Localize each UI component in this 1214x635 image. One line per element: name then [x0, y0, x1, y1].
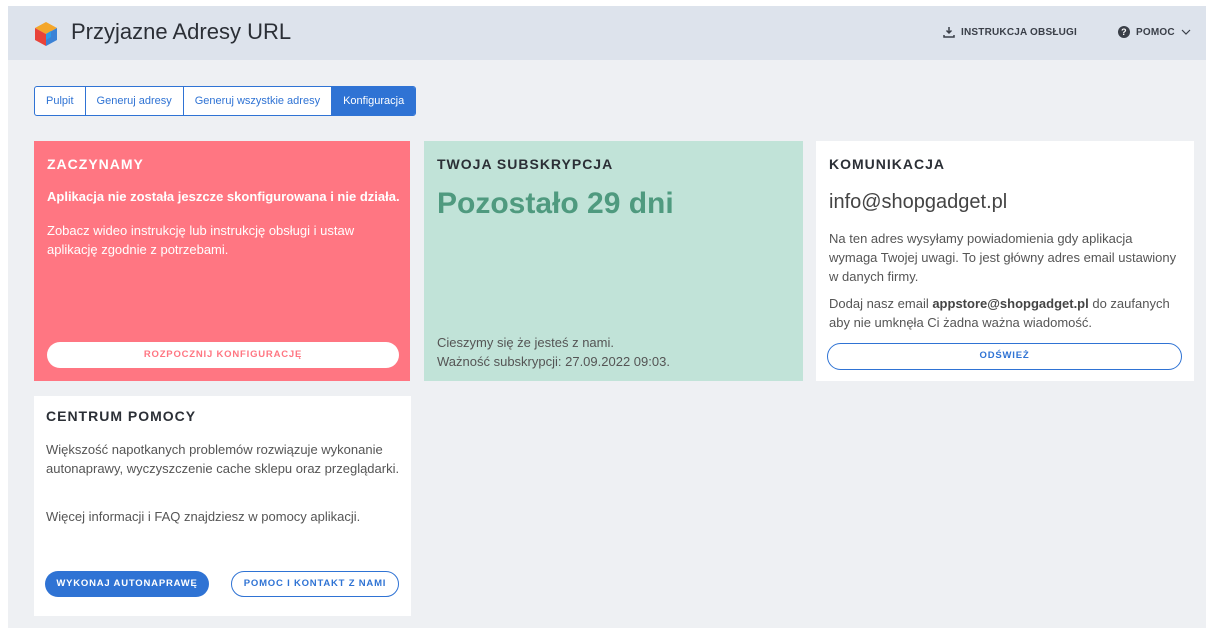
tab-bar: Pulpit Generuj adresy Generuj wszystkie … — [34, 86, 417, 116]
top-bar: Przyjazne Adresy URL INSTRUKCJA OBSŁUGI … — [8, 6, 1206, 60]
tab-generate-urls[interactable]: Generuj adresy — [86, 87, 184, 115]
communication-card: KOMUNIKACJA info@shopgadget.pl Na ten ad… — [816, 141, 1194, 381]
help-center-card: CENTRUM POMOCY Większość napotkanych pro… — [34, 396, 411, 616]
warning-text: Aplikacja nie została jeszcze skonfiguro… — [47, 189, 400, 204]
download-icon — [943, 27, 955, 38]
card-title: TWOJA SUBSKRYPCJA — [437, 156, 614, 172]
help-menu[interactable]: ? POMOC — [1118, 26, 1191, 38]
getting-started-card: ZACZYNAMY Aplikacja nie została jeszcze … — [34, 141, 410, 381]
app-logo-icon — [35, 22, 57, 46]
instruction-link[interactable]: INSTRUKCJA OBSŁUGI — [943, 26, 1077, 38]
chevron-down-icon — [1181, 29, 1191, 35]
expiry-text: Ważność subskrypcji: 27.09.2022 09:03. — [437, 354, 670, 369]
trusted-email-note: Dodaj nasz email appstore@shopgadget.pl … — [829, 296, 1170, 330]
card-title: ZACZYNAMY — [47, 156, 144, 172]
help-contact-button[interactable]: POMOC I KONTAKT Z NAMI — [231, 571, 399, 597]
email-description: Na ten adres wysyłamy powiadomienia gdy … — [829, 231, 1177, 284]
refresh-button[interactable]: ODŚWIEŻ — [827, 343, 1182, 370]
faq-note: Więcej informacji i FAQ znajdziesz w pom… — [46, 509, 361, 524]
card-description: Zobacz wideo instrukcję lub instrukcję o… — [47, 223, 355, 257]
help-label: POMOC — [1136, 26, 1175, 38]
appstore-email: appstore@shopgadget.pl — [932, 296, 1089, 311]
card-title: CENTRUM POMOCY — [46, 408, 197, 424]
start-configuration-button[interactable]: ROZPOCZNIJ KONFIGURACJĘ — [47, 342, 399, 368]
days-remaining: Pozostało 29 dni — [437, 187, 674, 220]
tab-pulpit[interactable]: Pulpit — [35, 87, 86, 115]
tab-configuration[interactable]: Konfiguracja — [332, 87, 416, 115]
instruction-label: INSTRUKCJA OBSŁUGI — [961, 26, 1078, 38]
subscription-card: TWOJA SUBSKRYPCJA Pozostało 29 dni Ciesz… — [424, 141, 803, 381]
help-description: Większość napotkanych problemów rozwiązu… — [46, 442, 400, 476]
tab-generate-all-urls[interactable]: Generuj wszystkie adresy — [184, 87, 333, 115]
app-title: Przyjazne Adresy URL — [71, 19, 292, 44]
notification-email: info@shopgadget.pl — [829, 191, 1008, 213]
thanks-text: Cieszymy się że jesteś z nami. — [437, 335, 614, 350]
auto-repair-button[interactable]: WYKONAJ AUTONAPRAWĘ — [45, 571, 209, 597]
card-title: KOMUNIKACJA — [829, 156, 945, 172]
question-icon: ? — [1118, 26, 1130, 38]
subscription-info: Cieszymy się że jesteś z nami. Ważność s… — [437, 333, 670, 371]
